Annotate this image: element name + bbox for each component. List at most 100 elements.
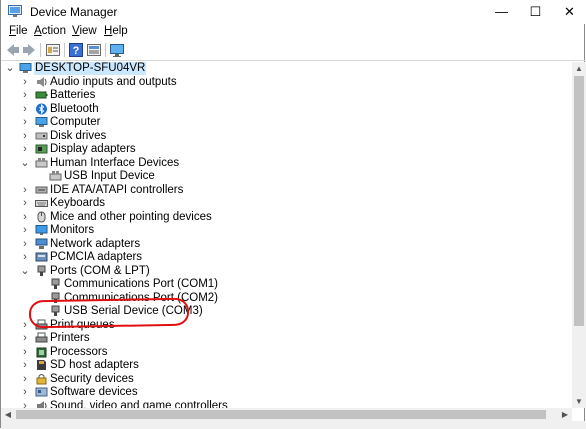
horizontal-scrollbar[interactable]: ◀ ▶ (1, 408, 572, 421)
tree-category[interactable]: › Display adapters (1, 143, 571, 157)
tree-category-label: Computer (50, 116, 101, 128)
expand-chevron-icon[interactable]: › (20, 89, 30, 102)
vertical-scrollbar[interactable]: ▲ ▼ (572, 62, 586, 408)
menu-action-accel: A (34, 25, 42, 37)
tree-category-label: Software devices (50, 386, 138, 398)
tree-category-label: Printers (50, 332, 90, 344)
expand-chevron-icon[interactable]: › (20, 319, 30, 332)
collapse-chevron-icon[interactable]: ⌄ (20, 157, 30, 170)
monitor-icon[interactable] (109, 42, 125, 58)
scroll-down-icon[interactable]: ▼ (572, 395, 586, 408)
tree-category[interactable]: › Bluetooth (1, 103, 571, 117)
tree-category[interactable]: › Monitors (1, 224, 571, 238)
sound-icon (37, 400, 47, 408)
expand-chevron-icon[interactable]: › (20, 346, 30, 359)
expand-chevron-icon[interactable]: › (20, 238, 30, 251)
menu-view[interactable]: View (72, 25, 97, 37)
expand-chevron-icon[interactable]: › (20, 197, 30, 210)
collapse-chevron-icon[interactable]: ⌄ (20, 265, 30, 278)
tree-device-label: Communications Port (COM2) (64, 291, 219, 304)
pcmcia-icon (35, 252, 48, 262)
sd-icon (37, 360, 46, 370)
expand-chevron-icon[interactable]: › (20, 211, 30, 224)
maximize-button[interactable]: ☐ (519, 0, 552, 24)
device-manager-window: Device Manager — ☐ ✕ File Action View He… (0, 0, 586, 429)
scroll-left-icon[interactable]: ◀ (1, 408, 15, 421)
tree-category[interactable]: › Batteries (1, 89, 571, 103)
close-button[interactable]: ✕ (553, 0, 586, 24)
tree-category[interactable]: › Audio inputs and outputs (1, 76, 571, 90)
tree-category[interactable]: › Computer (1, 116, 571, 130)
menu-help[interactable]: Help (104, 25, 128, 37)
scroll-right-icon[interactable]: ▶ (558, 408, 572, 421)
tree-category[interactable]: › Print queues (1, 319, 571, 333)
tree-category[interactable]: › Processors (1, 346, 571, 360)
tree-device[interactable]: USB Input Device (1, 170, 571, 184)
expand-chevron-icon[interactable]: › (20, 130, 30, 143)
tree-category-label: Bluetooth (50, 102, 99, 115)
expand-chevron-icon[interactable]: › (20, 143, 30, 156)
tree-category-label: Keyboards (50, 197, 105, 209)
device-tree[interactable]: ⌄ DESKTOP-SFU04VR › Audio inputs and output… (1, 62, 571, 408)
hid-icon (49, 171, 62, 181)
tree-category-label: Display adapters (50, 143, 136, 155)
expand-chevron-icon[interactable]: › (20, 76, 30, 89)
tree-category[interactable]: › Disk drives (1, 130, 571, 144)
expand-chevron-icon[interactable]: › (20, 251, 30, 264)
expand-chevron-icon[interactable]: › (20, 184, 30, 197)
tree-root-label: DESKTOP-SFU04VR (34, 62, 147, 75)
tree-device[interactable]: USB Serial Device (COM3) (1, 305, 571, 319)
horizontal-scroll-thumb[interactable] (16, 410, 546, 419)
tree-category[interactable]: › Keyboards (1, 197, 571, 211)
tree-category-label: Security devices (50, 372, 134, 385)
keyboard-icon (35, 200, 48, 207)
tree-category[interactable]: › Mice and other pointing devices (1, 211, 571, 225)
expand-chevron-icon[interactable]: › (20, 116, 30, 129)
tree-category[interactable]: › Network adapters (1, 238, 571, 252)
tree-category-label: Audio inputs and outputs (50, 75, 177, 88)
ide-icon (35, 186, 48, 193)
expand-chevron-icon[interactable]: › (20, 332, 30, 345)
tree-category[interactable]: ⌄ Ports (COM & LPT) (1, 265, 571, 279)
tree-category[interactable]: › Printers (1, 332, 571, 346)
tree-category-label: Ports (COM & LPT) (50, 264, 150, 277)
minimize-button[interactable]: — (485, 0, 518, 24)
tree-category[interactable]: › Software devices (1, 386, 571, 400)
expand-chevron-icon[interactable]: › (20, 359, 30, 372)
tree-device[interactable]: Communications Port (COM2) (1, 292, 571, 306)
scroll-up-icon[interactable]: ▲ (572, 62, 586, 75)
tree-device[interactable]: Communications Port (COM1) (1, 278, 571, 292)
title-bar[interactable]: Device Manager — ☐ ✕ (1, 0, 586, 24)
tree-device-label: Communications Port (COM1) (64, 278, 219, 290)
expand-chevron-icon[interactable]: › (20, 373, 30, 386)
expand-chevron-icon[interactable]: › (20, 400, 30, 409)
tree-category[interactable]: › Sound, video and game controllers (1, 399, 571, 409)
tree-category-label: Network adapters (50, 237, 141, 250)
tree-category[interactable]: › PCMCIA adapters (1, 251, 571, 265)
properties-icon[interactable] (45, 42, 61, 58)
display-adapter-icon (35, 144, 48, 154)
status-bar (1, 421, 586, 429)
expand-chevron-icon[interactable]: › (20, 224, 30, 237)
tree-category-label: Sound, video and game controllers (50, 399, 228, 409)
printer-icon (35, 319, 48, 329)
tree-root[interactable]: ⌄ DESKTOP-SFU04VR (1, 62, 571, 76)
tree-category[interactable]: › SD host adapters (1, 359, 571, 373)
menu-file-accel: F (9, 25, 17, 37)
collapse-chevron-icon[interactable]: ⌄ (5, 62, 15, 75)
menu-action[interactable]: Action (34, 25, 66, 37)
tree-category[interactable]: ⌄ Human Interface Devices (1, 157, 571, 171)
vertical-scroll-thumb[interactable] (574, 76, 584, 326)
tree-category[interactable]: › Security devices (1, 373, 571, 387)
expand-chevron-icon[interactable]: › (20, 103, 30, 116)
port-icon (51, 292, 60, 303)
help-icon[interactable]: ? (68, 42, 84, 58)
tree-category[interactable]: › IDE ATA/ATAPI controllers (1, 184, 571, 198)
menu-file[interactable]: File (9, 25, 28, 37)
tree-category-label: Print queues (50, 318, 115, 331)
back-icon[interactable] (5, 42, 21, 58)
forward-icon[interactable] (21, 42, 37, 58)
speaker-icon (37, 76, 47, 87)
expand-chevron-icon[interactable]: › (20, 386, 30, 399)
show-hidden-icon[interactable] (86, 42, 102, 58)
